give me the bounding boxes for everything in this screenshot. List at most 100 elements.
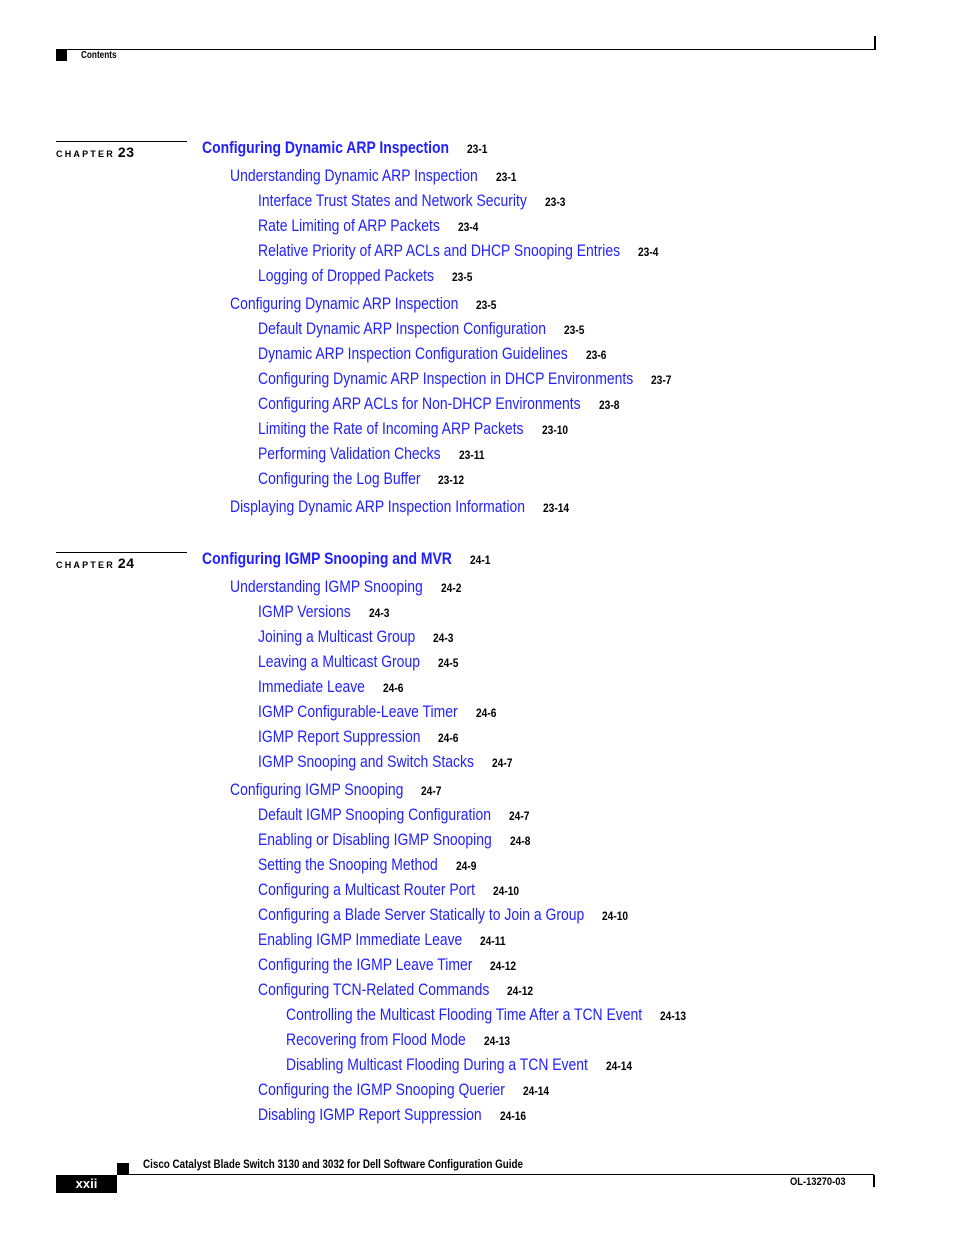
toc-entry-level-2-title[interactable]: Configuring ARP ACLs for Non-DHCP Enviro… (258, 394, 581, 414)
toc-entry-level-2[interactable]: Performing Validation Checks 23-11 (258, 444, 484, 464)
toc-entry-level-2-page[interactable]: 24-9 (456, 859, 476, 873)
toc-entry-level-2[interactable]: Immediate Leave 24-6 (258, 677, 403, 697)
toc-entry-level-2-title[interactable]: IGMP Versions (258, 602, 351, 622)
toc-entry-level-2-title[interactable]: Enabling or Disabling IGMP Snooping (258, 830, 492, 850)
chapter-title-link-page[interactable]: 23-1 (467, 142, 487, 156)
toc-entry-level-2-title[interactable]: Interface Trust States and Network Secur… (258, 191, 527, 211)
toc-entry-level-2-page[interactable]: 23-7 (651, 373, 671, 387)
toc-entry-level-2-title[interactable]: Performing Validation Checks (258, 444, 441, 464)
toc-entry-level-2[interactable]: Joining a Multicast Group 24-3 (258, 627, 454, 647)
toc-entry-level-3-page[interactable]: 24-13 (660, 1009, 686, 1023)
toc-entry-level-2[interactable]: Configuring the Log Buffer 23-12 (258, 469, 465, 489)
toc-entry-level-2-title[interactable]: Limiting the Rate of Incoming ARP Packet… (258, 419, 524, 439)
toc-entry-level-2[interactable]: Enabling IGMP Immediate Leave 24-11 (258, 930, 507, 950)
toc-entry-level-1-page[interactable]: 23-5 (476, 298, 496, 312)
toc-entry-level-2-title[interactable]: Configuring a Blade Server Statically to… (258, 905, 584, 925)
toc-entry-level-2[interactable]: IGMP Configurable-Leave Timer 24-6 (258, 702, 501, 722)
toc-entry-level-2[interactable]: Rate Limiting of ARP Packets 23-4 (258, 216, 480, 236)
toc-entry-level-2-page[interactable]: 23-11 (459, 448, 485, 462)
toc-entry-level-2-page[interactable]: 24-11 (480, 934, 506, 948)
toc-entry-level-2[interactable]: Configuring the IGMP Leave Timer 24-12 (258, 955, 519, 975)
toc-entry-level-2[interactable]: Configuring a Blade Server Statically to… (258, 905, 656, 925)
toc-entry-level-2[interactable]: Dynamic ARP Inspection Configuration Gui… (258, 344, 636, 364)
toc-entry-level-2-page[interactable]: 24-12 (490, 959, 516, 973)
toc-entry-level-2-page[interactable]: 24-12 (507, 984, 533, 998)
toc-entry-level-1-page[interactable]: 23-1 (496, 170, 516, 184)
toc-entry-level-1-page[interactable]: 24-2 (441, 581, 461, 595)
toc-entry-level-2[interactable]: Logging of Dropped Packets 23-5 (258, 266, 473, 286)
toc-entry-level-2-title[interactable]: Setting the Snooping Method (258, 855, 438, 875)
toc-entry-level-2[interactable]: Leaving a Multicast Group 24-5 (258, 652, 458, 672)
toc-entry-level-1[interactable]: Displaying Dynamic ARP Inspection Inform… (230, 497, 590, 517)
toc-entry-level-1-title[interactable]: Configuring IGMP Snooping (230, 780, 403, 800)
toc-entry-level-2-page[interactable]: 23-6 (586, 348, 606, 362)
toc-entry-level-2[interactable]: Interface Trust States and Network Secur… (258, 191, 586, 211)
toc-entry-level-2-page[interactable]: 24-3 (433, 631, 453, 645)
toc-entry-level-3-page[interactable]: 24-14 (606, 1059, 632, 1073)
toc-entry-level-3-title[interactable]: Controlling the Multicast Flooding Time … (286, 1005, 642, 1025)
toc-entry-level-2[interactable]: Limiting the Rate of Incoming ARP Packet… (258, 419, 582, 439)
toc-entry-level-3-title[interactable]: Disabling Multicast Flooding During a TC… (286, 1055, 588, 1075)
toc-entry-level-2-page[interactable]: 23-4 (638, 245, 658, 259)
toc-entry-level-2-title[interactable]: Logging of Dropped Packets (258, 266, 434, 286)
toc-entry-level-2-page[interactable]: 24-7 (492, 756, 512, 770)
toc-entry-level-1[interactable]: Understanding Dynamic ARP Inspection 23-1 (230, 166, 532, 186)
toc-entry-level-1-title[interactable]: Understanding Dynamic ARP Inspection (230, 166, 478, 186)
toc-entry-level-3-page[interactable]: 24-13 (484, 1034, 510, 1048)
toc-entry-level-2-page[interactable]: 24-5 (438, 656, 458, 670)
toc-entry-level-2-page[interactable]: 23-12 (438, 473, 464, 487)
toc-entry-level-2[interactable]: IGMP Snooping and Switch Stacks 24-7 (258, 752, 521, 772)
toc-entry-level-2-title[interactable]: Immediate Leave (258, 677, 365, 697)
toc-entry-level-2-page[interactable]: 23-5 (564, 323, 584, 337)
toc-entry-level-1[interactable]: Understanding IGMP Snooping 24-2 (230, 577, 465, 597)
toc-entry-level-3-title[interactable]: Recovering from Flood Mode (286, 1030, 466, 1050)
toc-entry-level-2-title[interactable]: IGMP Snooping and Switch Stacks (258, 752, 474, 772)
toc-entry-level-3[interactable]: Disabling Multicast Flooding During a TC… (286, 1055, 654, 1075)
toc-entry-level-2[interactable]: Configuring TCN-Related Commands 24-12 (258, 980, 540, 1000)
toc-entry-level-2-page[interactable]: 24-6 (476, 706, 496, 720)
toc-entry-level-3[interactable]: Recovering from Flood Mode 24-13 (286, 1030, 510, 1050)
toc-entry-level-2-title[interactable]: Configuring the IGMP Leave Timer (258, 955, 472, 975)
toc-entry-level-2-title[interactable]: Dynamic ARP Inspection Configuration Gui… (258, 344, 568, 364)
toc-entry-level-2-title[interactable]: Rate Limiting of ARP Packets (258, 216, 440, 236)
toc-entry-level-2-page[interactable]: 24-6 (383, 681, 403, 695)
chapter-title-link-title[interactable]: Configuring IGMP Snooping and MVR (202, 549, 452, 569)
toc-entry-level-2[interactable]: Configuring a Multicast Router Port 24-10 (258, 880, 523, 900)
toc-entry-level-1-page[interactable]: 23-14 (543, 501, 569, 515)
toc-entry-level-2-title[interactable]: Default Dynamic ARP Inspection Configura… (258, 319, 546, 339)
toc-entry-level-2-page[interactable]: 24-7 (509, 809, 529, 823)
toc-entry-level-1-page[interactable]: 24-7 (421, 784, 441, 798)
toc-entry-level-2-title[interactable]: IGMP Report Suppression (258, 727, 420, 747)
toc-entry-level-2-page[interactable]: 24-10 (493, 884, 519, 898)
toc-entry-level-2-page[interactable]: 23-10 (542, 423, 568, 437)
toc-entry-level-2[interactable]: Configuring Dynamic ARP Inspection in DH… (258, 369, 716, 389)
toc-entry-level-2-page[interactable]: 23-8 (599, 398, 619, 412)
toc-entry-level-2-title[interactable]: Configuring TCN-Related Commands (258, 980, 489, 1000)
toc-entry-level-2-title[interactable]: Enabling IGMP Immediate Leave (258, 930, 462, 950)
toc-entry-level-2-page[interactable]: 24-14 (523, 1084, 549, 1098)
toc-entry-level-2-page[interactable]: 23-4 (458, 220, 478, 234)
chapter-title-link-page[interactable]: 24-1 (470, 553, 490, 567)
toc-entry-level-2-page[interactable]: 24-16 (500, 1109, 526, 1123)
toc-entry-level-2-title[interactable]: Default IGMP Snooping Configuration (258, 805, 491, 825)
toc-entry-level-2[interactable]: Default Dynamic ARP Inspection Configura… (258, 319, 609, 339)
chapter-title-link[interactable]: Configuring IGMP Snooping and MVR 24-1 (202, 549, 507, 569)
chapter-title-link[interactable]: Configuring Dynamic ARP Inspection 23-1 (202, 138, 503, 158)
toc-entry-level-2-title[interactable]: Configuring a Multicast Router Port (258, 880, 475, 900)
toc-entry-level-2-title[interactable]: Configuring Dynamic ARP Inspection in DH… (258, 369, 633, 389)
toc-entry-level-2-page[interactable]: 23-5 (452, 270, 472, 284)
toc-entry-level-2-title[interactable]: Leaving a Multicast Group (258, 652, 420, 672)
toc-entry-level-2-page[interactable]: 24-6 (438, 731, 458, 745)
toc-entry-level-2-page[interactable]: 24-3 (369, 606, 389, 620)
toc-entry-level-2[interactable]: Configuring the IGMP Snooping Querier 24-… (258, 1080, 559, 1100)
toc-entry-level-2[interactable]: IGMP Report Suppression 24-6 (258, 727, 459, 747)
toc-entry-level-1-title[interactable]: Understanding IGMP Snooping (230, 577, 423, 597)
toc-entry-level-2-title[interactable]: Configuring the Log Buffer (258, 469, 420, 489)
toc-entry-level-2[interactable]: Configuring ARP ACLs for Non-DHCP Enviro… (258, 394, 651, 414)
toc-entry-level-2[interactable]: Setting the Snooping Method 24-9 (258, 855, 477, 875)
toc-entry-level-3[interactable]: Controlling the Multicast Flooding Time … (286, 1005, 720, 1025)
toc-entry-level-2[interactable]: Relative Priority of ARP ACLs and DHCP S… (258, 241, 700, 261)
toc-entry-level-2-page[interactable]: 23-3 (545, 195, 565, 209)
toc-entry-level-1[interactable]: Configuring Dynamic ARP Inspection 23-5 (230, 294, 508, 314)
toc-entry-level-2[interactable]: Default IGMP Snooping Configuration 24-7 (258, 805, 542, 825)
